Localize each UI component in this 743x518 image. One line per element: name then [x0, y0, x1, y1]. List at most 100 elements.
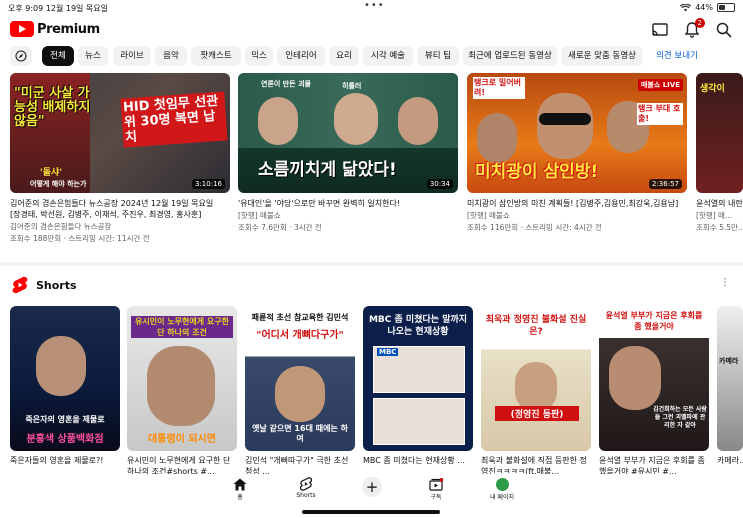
- short-thumbnail[interactable]: 카메라: [717, 306, 743, 451]
- short-thumbnail[interactable]: MBC 좀 미쳤다는 말까지 나오는 현재상황 MBC: [363, 306, 473, 451]
- short-thumbnail[interactable]: 최욱과 정영진 불화설 진실은? (정영진 등판): [481, 306, 591, 451]
- short-title[interactable]: 죽은자들의 영혼을 제물로?!: [10, 455, 118, 466]
- nav-home-label: 홈: [237, 494, 243, 501]
- battery-icon: [717, 3, 735, 12]
- video-channel[interactable]: [핫행] 매불쇼: [238, 211, 458, 221]
- video-thumbnail[interactable]: 생각이: [696, 73, 743, 193]
- short-thumbnail[interactable]: 윤석열 부부가 지금은 후회를 좀 했을거야 김건희하는 모든 사람들 그런 괴…: [599, 306, 709, 451]
- cast-icon: [652, 23, 668, 36]
- video-channel[interactable]: 김어준의 겸손은힘들다 뉴스공장: [10, 222, 230, 232]
- video-card[interactable]: 생각이 윤석열의 내란... [핫행] 매... 조회수 5.5만...: [696, 73, 743, 233]
- chip-cooking[interactable]: 요리: [329, 46, 359, 66]
- video-channel[interactable]: [핫행] 매불쇼: [467, 211, 687, 221]
- short-thumbnail[interactable]: 죽은자의 영혼을 제물로 분홍색 상품백화점: [10, 306, 120, 451]
- short-card[interactable]: 죽은자의 영혼을 제물로 분홍색 상품백화점 죽은자들의 영혼을 제물로?!: [10, 306, 120, 466]
- thumbnail-text: 어떻게 해야 하는가: [30, 180, 87, 188]
- chip-interior[interactable]: 인테리어: [277, 46, 325, 66]
- short-card[interactable]: 최욱과 정영진 불화설 진실은? (정영진 등판) 최욱과 불화설에 직접 등판…: [481, 306, 591, 477]
- thumbnail-text: 분홍색 상품백화점: [26, 434, 104, 445]
- thumbnail-text: "어디서 개뼈다구가": [256, 330, 344, 341]
- thumbnail-text: 죽은자의 영혼을 제물로: [25, 415, 105, 424]
- short-title[interactable]: 카메라...: [717, 455, 743, 466]
- shorts-icon: [300, 477, 312, 491]
- video-thumbnail[interactable]: 연론이 만든 괴물 히틀러 소름끼치게 닮았다! 30:34: [238, 73, 458, 193]
- nav-my-page-label: 내 페이지: [490, 494, 514, 501]
- chip-all[interactable]: 전체: [42, 46, 74, 66]
- thumbnail-text: 최욱과 정영진 불화설 진실은?: [485, 315, 587, 337]
- chip-beauty-tips[interactable]: 뷰티 팁: [417, 46, 459, 66]
- thumbnail-text: 연론이 만든 괴물: [261, 80, 311, 88]
- video-title[interactable]: 김어준의 겸손은힘들다 뉴스공장 2024년 12월 19일 목요일 [장경태,…: [10, 198, 225, 220]
- video-thumbnail[interactable]: "미군 사살 가능성 배제하지 않음" HID 첫임무 선관위 30명 복면 납…: [10, 73, 230, 193]
- thumbnail-text: MBC 좀 미쳤다는 말까지 나오는 현재상황: [368, 315, 468, 337]
- compass-icon: [15, 50, 27, 62]
- short-card[interactable]: 카메라 카메라...: [717, 306, 743, 466]
- send-feedback-link[interactable]: 의견 보내기: [647, 46, 707, 66]
- explore-chip[interactable]: [10, 46, 32, 66]
- short-thumbnail[interactable]: 유시민이 노무현에게 요구한 단 하나의 조건 대통령이 되시면: [127, 306, 237, 451]
- top-app-bar: Premium 2: [0, 14, 743, 46]
- shorts-title: Shorts: [36, 278, 77, 292]
- video-meta: 조회수 116만회 · 스트리밍 시간: 4시간 전: [467, 223, 602, 232]
- thumbnail-text: 탱크 부대 호출!: [637, 103, 683, 125]
- shorts-header: Shorts: [12, 276, 77, 294]
- video-card[interactable]: 탱크로 밀어버려! 탱크 부대 호출! 미치광이 삼인방! 매불쇼 LIVE 2…: [467, 73, 687, 233]
- shorts-logo-icon: [12, 276, 28, 294]
- thumbnail-text: "미군 사살 가능성 배제하지 않음": [14, 86, 91, 129]
- thumbnail-text: 탱크로 밀어버려!: [473, 77, 525, 99]
- chip-live[interactable]: 라이브: [113, 46, 151, 66]
- thumbnail-text: '돌샤': [40, 168, 63, 178]
- youtube-premium-logo[interactable]: Premium: [10, 21, 100, 37]
- video-card[interactable]: 연론이 만든 괴물 히틀러 소름끼치게 닮았다! 30:34 '유대인'을 '야…: [238, 73, 458, 233]
- nav-home[interactable]: 홈: [210, 477, 270, 501]
- nav-subscriptions-label: 구독: [430, 494, 442, 501]
- video-card[interactable]: "미군 사살 가능성 배제하지 않음" HID 첫임무 선관위 30명 복면 납…: [10, 73, 230, 244]
- chip-recently-uploaded[interactable]: 최근에 업로드된 동영상: [463, 46, 557, 66]
- notifications-button[interactable]: 2: [683, 18, 705, 39]
- shorts-more-icon[interactable]: ⋮: [720, 277, 730, 288]
- thumbnail-text: 소름끼치게 닮았다!: [258, 160, 397, 180]
- chip-music[interactable]: 음악: [155, 46, 187, 66]
- chip-new-to-you[interactable]: 새로운 맞춤 동영상: [561, 46, 643, 66]
- chip-podcast[interactable]: 팟캐스트: [191, 46, 241, 66]
- video-duration: 2:36:57: [649, 179, 682, 189]
- thumbnail-text: 히틀러: [342, 82, 362, 90]
- short-card[interactable]: 유시민이 노무현에게 요구한 단 하나의 조건 대통령이 되시면 유시민이 노무…: [127, 306, 237, 477]
- thumbnail-text: 생각이: [700, 84, 725, 94]
- status-bar: 오후 9:09 12월 19일 목요일 ••• 44%: [0, 0, 743, 14]
- short-title[interactable]: MBC 좀 미쳤다는 현재상황 ...: [363, 455, 471, 466]
- thumbnail-text: 옛날 같으면 16대 때에는 하여: [252, 424, 348, 443]
- short-card[interactable]: 윤석열 부부가 지금은 후회를 좀 했을거야 김건희하는 모든 사람들 그런 괴…: [599, 306, 709, 477]
- chip-mix[interactable]: 믹스: [245, 46, 273, 66]
- nav-my-page[interactable]: 내 페이지: [472, 477, 532, 501]
- notification-badge: 2: [694, 18, 705, 28]
- video-title[interactable]: '유대인'을 '야당'으로만 바꾸면 완벽히 일치한다!: [238, 198, 453, 209]
- video-thumbnail[interactable]: 탱크로 밀어버려! 탱크 부대 호출! 미치광이 삼인방! 매불쇼 LIVE 2…: [467, 73, 687, 193]
- nav-create[interactable]: +: [342, 477, 402, 498]
- video-meta: 조회수 188만회 · 스트리밍 시간: 11시간 전: [10, 234, 150, 243]
- section-divider: [0, 262, 743, 266]
- video-title[interactable]: 미치광이 삼인방의 미친 계획들! [김병주,김용민,최강욱,김용남]: [467, 198, 682, 209]
- video-channel[interactable]: [핫행] 매...: [696, 211, 743, 221]
- chip-visual-arts[interactable]: 시각 예술: [363, 46, 413, 66]
- short-card[interactable]: MBC 좀 미쳤다는 말까지 나오는 현재상황 MBC MBC 좀 미쳤다는 현…: [363, 306, 473, 466]
- search-icon: [716, 22, 732, 38]
- subscriptions-icon: [429, 477, 443, 491]
- nav-shorts[interactable]: Shorts: [276, 477, 336, 499]
- short-card[interactable]: 패륜적 초선 참교육한 김민석 "어디서 개뼈다구가" 옛날 같으면 16대 때…: [245, 306, 355, 477]
- thumbnail-text: 패륜적 초선 참교육한 김민석: [251, 313, 349, 322]
- video-duration: 30:34: [426, 179, 453, 189]
- search-button[interactable]: [715, 21, 733, 39]
- home-indicator[interactable]: [302, 510, 440, 514]
- video-meta: 조회수 5.5만...: [696, 223, 743, 232]
- nav-subscriptions[interactable]: 구독: [406, 477, 466, 501]
- chip-news[interactable]: 뉴스: [78, 46, 108, 66]
- multitask-dots[interactable]: •••: [364, 0, 385, 11]
- cast-button[interactable]: [651, 21, 669, 39]
- video-title[interactable]: 윤석열의 내란...: [696, 198, 743, 209]
- thumbnail-text: 미치광이 삼인방!: [475, 162, 599, 182]
- thumbnail-text: 대통령이 되시면: [148, 434, 216, 445]
- thumbnail-text: 김건희하는 모든 사람들 그런 괴벨파에 관리한 자 같아: [653, 406, 707, 429]
- short-thumbnail[interactable]: 패륜적 초선 참교육한 김민석 "어디서 개뼈다구가" 옛날 같으면 16대 때…: [245, 306, 355, 451]
- status-time: 오후 9:09 12월 19일 목요일: [8, 4, 109, 13]
